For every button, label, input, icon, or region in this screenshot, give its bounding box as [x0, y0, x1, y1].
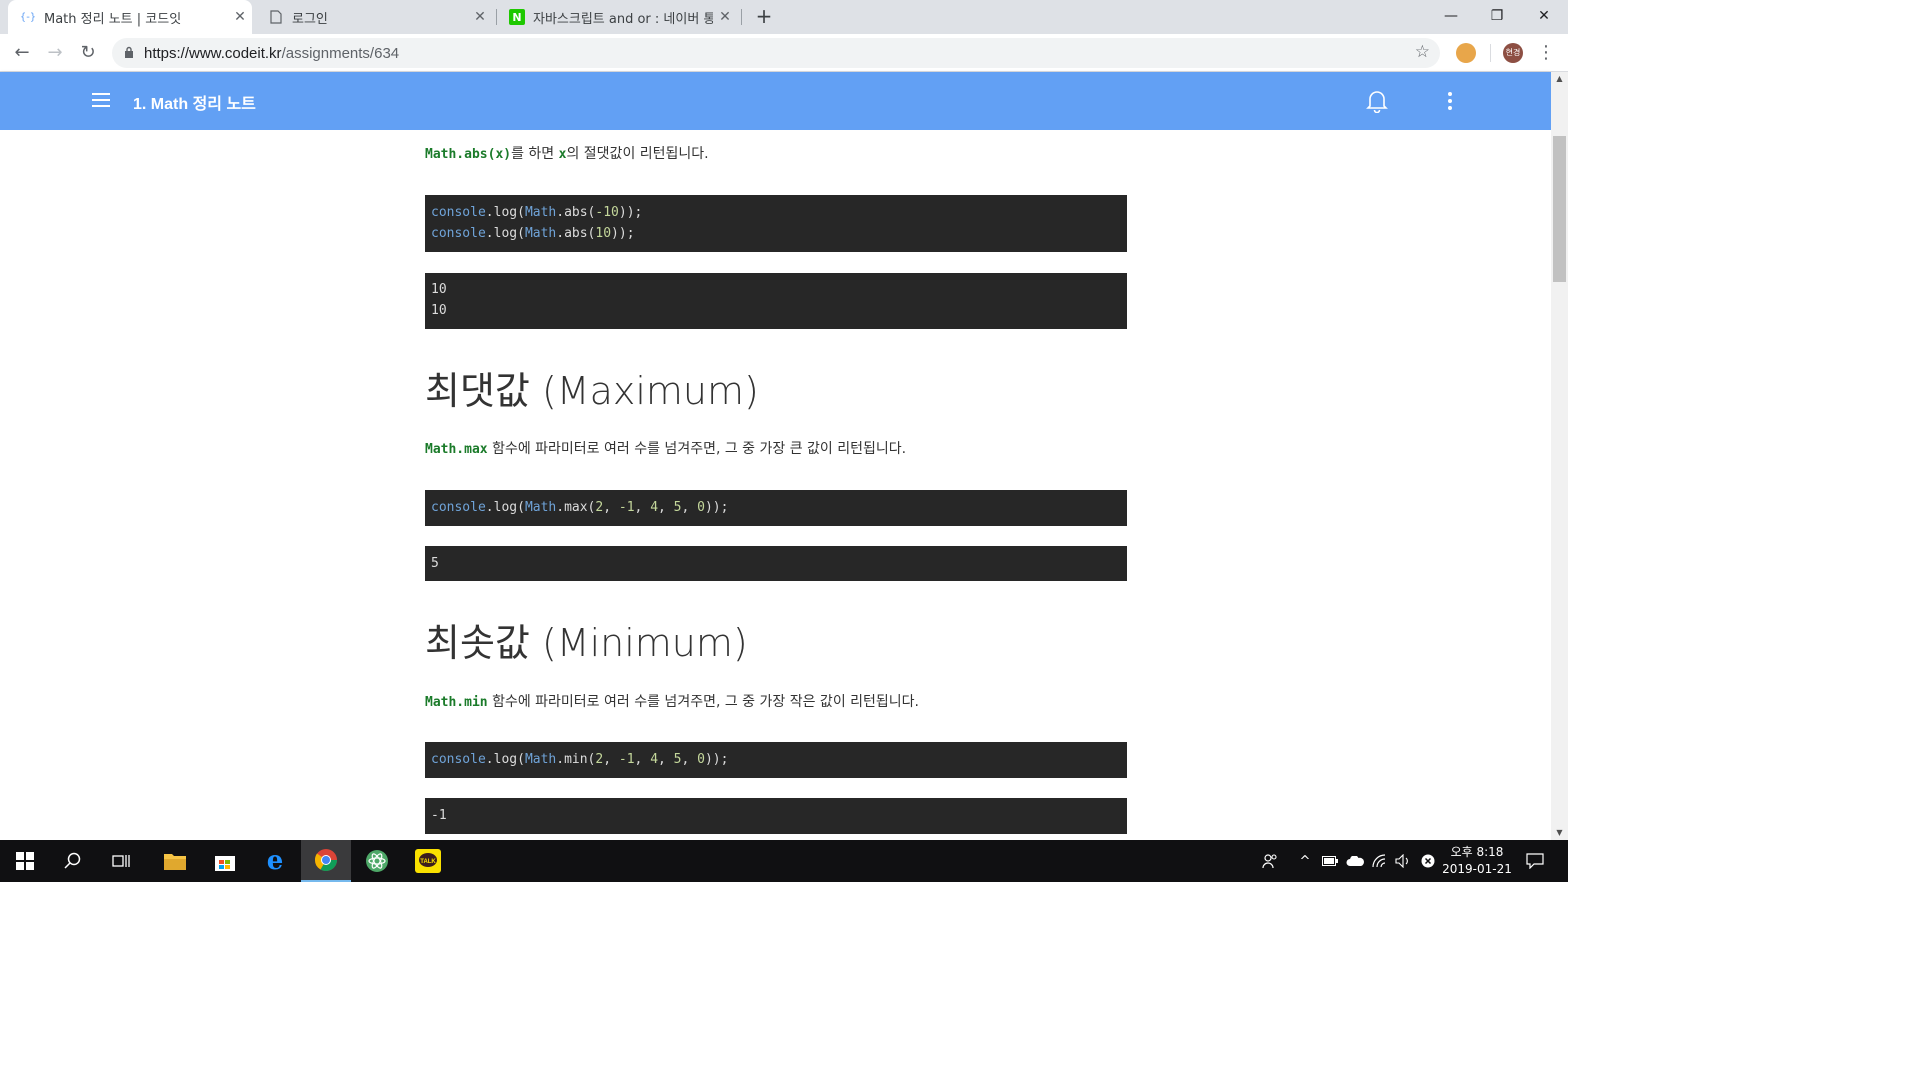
browser-toolbar: ← → ↻ https://www.codeit.kr/assignments/… — [0, 34, 1568, 72]
output-block-min: -1 — [425, 798, 1127, 834]
notification-center-icon[interactable] — [1522, 840, 1548, 882]
naver-favicon: N — [509, 9, 525, 25]
output-line: -1 — [431, 808, 447, 823]
store-icon[interactable] — [200, 840, 250, 882]
show-hidden-icons-chevron-icon[interactable]: ^ — [1296, 840, 1314, 882]
new-tab-button[interactable]: + — [752, 4, 776, 28]
max-heading: 최댓값 (Maximum) — [425, 369, 759, 413]
vertical-scrollbar[interactable]: ▲ ▼ — [1551, 72, 1568, 840]
more-options-icon[interactable] — [1446, 92, 1454, 110]
onedrive-cloud-icon[interactable] — [1344, 840, 1366, 882]
restore-button[interactable]: ❐ — [1474, 0, 1520, 32]
max-paragraph: Math.max 함수에 파라미터로 여러 수를 넘겨주면, 그 중 가장 큰 … — [425, 441, 907, 457]
page-icon — [268, 9, 284, 25]
cookie-extension-icon[interactable] — [1456, 43, 1476, 63]
min-paragraph: Math.min 함수에 파라미터로 여러 수를 넘겨주면, 그 중 가장 작은… — [425, 694, 919, 710]
windows-start-icon[interactable] — [0, 840, 50, 882]
abs-paragraph: Math.abs(x)를 하면 x의 절댓값이 리턴됩니다. — [425, 146, 709, 162]
clock-time: 오후 8:18 — [1450, 845, 1504, 859]
output-line: 10 — [431, 282, 447, 297]
hamburger-menu-icon[interactable] — [92, 93, 110, 107]
codeit-favicon: {-} — [19, 11, 37, 23]
code-line: console.log(Math.max(2, -1, 4, 5, 0)); — [431, 500, 729, 515]
page-title: 1. Math 정리 노트 — [133, 96, 256, 113]
output-line: 10 — [431, 303, 447, 318]
system-clock[interactable]: 오후 8:18 2019-01-21 — [1432, 844, 1522, 878]
close-window-button[interactable]: ✕ — [1521, 0, 1567, 32]
url-text: https://www.codeit.kr/assignments/634 — [144, 44, 400, 62]
code-block-min: console.log(Math.min(2, -1, 4, 5, 0)); — [425, 742, 1127, 778]
file-explorer-icon[interactable] — [150, 840, 200, 882]
output-block-max: 5 — [425, 546, 1127, 581]
scroll-up-arrow-icon[interactable]: ▲ — [1551, 72, 1568, 86]
lock-icon — [124, 46, 138, 61]
code-block-abs: console.log(Math.abs(-10)); console.log(… — [425, 195, 1127, 252]
tab-title: 자바스크립트 and or : 네이버 통 — [533, 11, 713, 27]
volume-icon[interactable] — [1393, 840, 1413, 882]
tab-codeit[interactable]: {-} Math 정리 노트 | 코드잇 ✕ — [8, 0, 252, 34]
reload-icon[interactable]: ↻ — [74, 39, 102, 67]
tab-title: 로그인 — [292, 11, 328, 27]
output-block-abs: 10 10 — [425, 273, 1127, 329]
output-line: 5 — [431, 556, 439, 571]
tab-login[interactable]: 로그인 ✕ — [256, 0, 492, 34]
code-block-max: console.log(Math.max(2, -1, 4, 5, 0)); — [425, 490, 1127, 526]
tab-title: Math 정리 노트 | 코드잇 — [44, 11, 182, 27]
chrome-menu-icon[interactable]: ⋮ — [1532, 39, 1560, 67]
tab-naver[interactable]: N 자바스크립트 and or : 네이버 통 ✕ — [497, 0, 737, 34]
battery-icon[interactable] — [1320, 840, 1340, 882]
lesson-content: Math.abs(x)를 하면 x의 절댓값이 리턴됩니다. console.l… — [0, 130, 1551, 840]
tab-separator — [741, 9, 742, 25]
task-view-icon[interactable] — [97, 840, 147, 882]
app-header: 1. Math 정리 노트 — [0, 72, 1551, 130]
internet-explorer-icon[interactable]: e — [250, 840, 300, 882]
close-tab-icon[interactable]: ✕ — [468, 9, 492, 25]
code-line: console.log(Math.min(2, -1, 4, 5, 0)); — [431, 752, 729, 767]
wifi-icon[interactable] — [1370, 840, 1390, 882]
profile-avatar[interactable]: 현경 — [1503, 43, 1523, 63]
min-heading: 최솟값 (Minimum) — [425, 621, 748, 665]
forward-arrow-icon[interactable]: → — [41, 39, 69, 67]
people-icon[interactable] — [1258, 840, 1282, 882]
toolbar-divider — [1490, 44, 1491, 62]
scrollbar-thumb[interactable] — [1553, 136, 1566, 282]
code-line: console.log(Math.abs(10)); — [431, 226, 635, 241]
atom-app-icon[interactable] — [352, 840, 402, 882]
minimize-button[interactable]: — — [1428, 0, 1474, 32]
search-icon[interactable] — [48, 840, 98, 882]
svg-text:TALK: TALK — [420, 859, 436, 865]
bell-icon[interactable] — [1366, 89, 1388, 114]
code-line: console.log(Math.abs(-10)); — [431, 205, 643, 220]
tab-strip: {-} Math 정리 노트 | 코드잇 ✕ 로그인 ✕ N 자바스크립트 an… — [0, 0, 1568, 34]
close-tab-icon[interactable]: ✕ — [713, 9, 737, 25]
address-bar[interactable]: https://www.codeit.kr/assignments/634 ☆ — [112, 38, 1440, 68]
close-tab-icon[interactable]: ✕ — [228, 9, 252, 25]
clock-date: 2019-01-21 — [1442, 862, 1512, 876]
bookmark-star-icon[interactable]: ☆ — [1415, 42, 1430, 62]
scroll-down-arrow-icon[interactable]: ▼ — [1551, 826, 1568, 840]
kakaotalk-icon[interactable]: TALK — [403, 840, 453, 882]
windows-taskbar: e TALK ^ 오후 8:18 2019-01-21 — [0, 840, 1568, 882]
chrome-taskbar-icon[interactable] — [301, 840, 351, 882]
back-arrow-icon[interactable]: ← — [8, 39, 36, 67]
